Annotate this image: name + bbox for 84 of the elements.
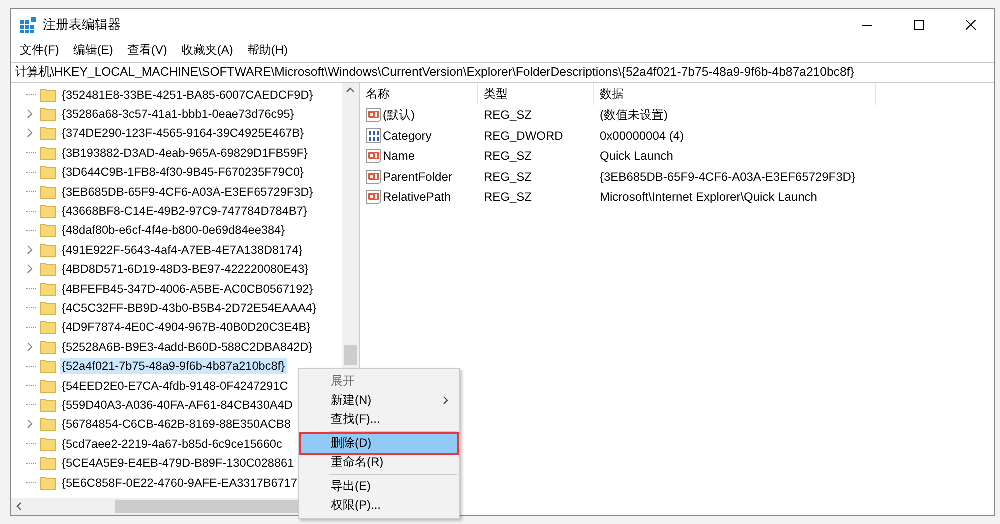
tree-item[interactable]: {5E6C858F-0E22-4760-9AFE-EA3317B6717 [60,474,300,490]
menu-item[interactable]: 文件(F) [13,42,66,58]
column-header[interactable]: 数据 [594,83,876,105]
scroll-up-icon[interactable] [346,87,355,93]
folder-icon [40,223,56,238]
value-name: Category [383,128,432,143]
string-value-icon [366,148,382,164]
tree-item[interactable]: {3B193882-D3AD-4eab-965A-69829D1FB59F} [60,144,310,161]
folder-icon [40,146,56,160]
folder-icon [40,398,56,412]
tree-item[interactable]: {3D644C9B-1FB8-4f30-9B45-F670235F79C0} [60,164,306,180]
folder-icon [40,320,56,334]
folder-icon [40,262,56,276]
menu-item[interactable]: 帮助(H) [240,42,295,58]
folder-icon [40,456,56,470]
folder-icon [40,300,56,315]
column-header[interactable]: 类型 [478,83,594,105]
tree-item[interactable]: {3EB685DB-65F9-4CF6-A03A-E3EF65729F3D} [60,184,316,200]
tree-item[interactable]: {4D9F7874-4E0C-4904-967B-40B0D20C3E4B} [60,319,313,336]
value-name: (默认) [383,106,415,124]
registry-app-icon [19,16,37,34]
value-data: 0x00000004 (4) [599,128,686,143]
folder-icon [40,126,56,140]
tree-item[interactable]: {48daf80b-e6cf-4f4e-b800-0e69d84ee384} [60,222,288,238]
context-menu-item[interactable]: 重命名(R) [301,453,457,472]
string-value-icon [366,189,382,206]
value-name: RelativePath [383,190,452,204]
value-data: Quick Launch [599,149,674,164]
value-data: Microsoft\Internet Explorer\Quick Launch [599,190,818,204]
tree-item[interactable]: {352481E8-33BE-4251-BA85-6007CAEDCF9D} [60,86,316,103]
address-bar[interactable]: 计算机\HKEY_LOCAL_MACHINE\SOFTWARE\Microsoft\Windows\CurrentVersion\Explorer\FolderDescriptions\{52a4f021-7b75-48a9-9f6b-4b87a210bc8f} [11,62,994,83]
maximize-icon [914,20,924,30]
menu-item[interactable]: 编辑(E) [66,42,120,58]
tree-item[interactable]: {35286a68-3c57-41a1-bbb1-0eae73d76c95} [60,106,296,122]
tree-item[interactable]: {4BFEFB45-347D-4006-A5BE-AC0CB0567192} [60,280,316,297]
folder-icon [40,204,56,218]
scroll-left-icon[interactable] [16,502,22,511]
folder-icon [40,476,56,490]
window-title: 注册表编辑器 [43,16,122,34]
tree-item[interactable]: {52528A6B-B9E3-4add-B60D-588C2DBA842D} [60,338,315,355]
binary-value-icon [366,128,382,144]
column-header[interactable]: 名称 [360,83,478,105]
folder-icon [40,242,56,257]
string-value-icon [366,168,382,185]
tree-item[interactable]: {56784854-C6CB-462B-8169-88E350ACB8 [60,416,293,432]
context-menu-item[interactable]: 导出(E) [301,477,457,496]
tree-item[interactable]: {5cd7aee2-2219-4a67-b85d-6c9ce15660c [60,436,284,452]
folder-icon [40,378,56,393]
menu-item[interactable]: 查看(V) [120,42,174,58]
tree-item[interactable]: {559D40A3-A036-40FA-AF61-84CB430A4D [60,396,295,413]
value-name: Name [383,149,416,164]
value-data: {3EB685DB-65F9-4CF6-A03A-E3EF65729F3D} [599,170,856,184]
string-value-icon [366,107,382,124]
value-name: ParentFolder [383,170,452,184]
tree-item[interactable]: {5CE4A5E9-E4EB-479D-B89F-130C028861 [60,455,296,472]
folder-icon [40,436,56,451]
context-menu-item[interactable]: 新建(N) [301,391,457,410]
folder-icon [40,417,56,432]
menu-item[interactable]: 收藏夹(A) [174,42,240,58]
close-icon [966,20,976,30]
tree-item[interactable]: {374DE290-123F-4565-9164-39C4925E467B} [60,125,306,142]
folder-icon [40,340,56,354]
context-menu-item[interactable]: 删除(D) [301,434,457,453]
context-menu-item[interactable]: 权限(P)... [301,496,457,515]
folder-icon [40,165,56,180]
folder-icon [40,107,56,122]
context-menu-item[interactable]: 查找(F)... [301,410,457,429]
value-type: REG_SZ [483,149,534,164]
folder-icon [40,88,56,102]
folder-icon [40,282,56,296]
value-type: REG_DWORD [483,128,564,143]
tree-item[interactable]: {491E922F-5643-4af4-A7EB-4E7A138D8174} [60,242,305,258]
value-data: (数值未设置) [599,106,669,124]
value-type: REG_SZ [483,170,534,184]
folder-icon [40,359,56,374]
tree-item[interactable]: {4BD8D571-6D19-48D3-BE97-422220080E43} [60,261,311,278]
value-type: REG_SZ [483,190,534,204]
tree-item[interactable]: {54EED2E0-E7CA-4fdb-9148-0F4247291C [60,378,290,394]
tree-item[interactable]: {4C5C32FF-BB9D-43b0-B5B4-2D72E54EAAA4} [60,300,318,316]
tree-item[interactable]: {43668BF8-C14E-49B2-97C9-747784D784B7} [60,203,310,220]
scrollbar-thumb[interactable] [344,345,357,365]
tree-item[interactable]: {52a4f021-7b75-48a9-9f6b-4b87a210bc8f} [60,358,288,374]
value-type: REG_SZ [483,108,534,122]
folder-icon [40,184,56,199]
